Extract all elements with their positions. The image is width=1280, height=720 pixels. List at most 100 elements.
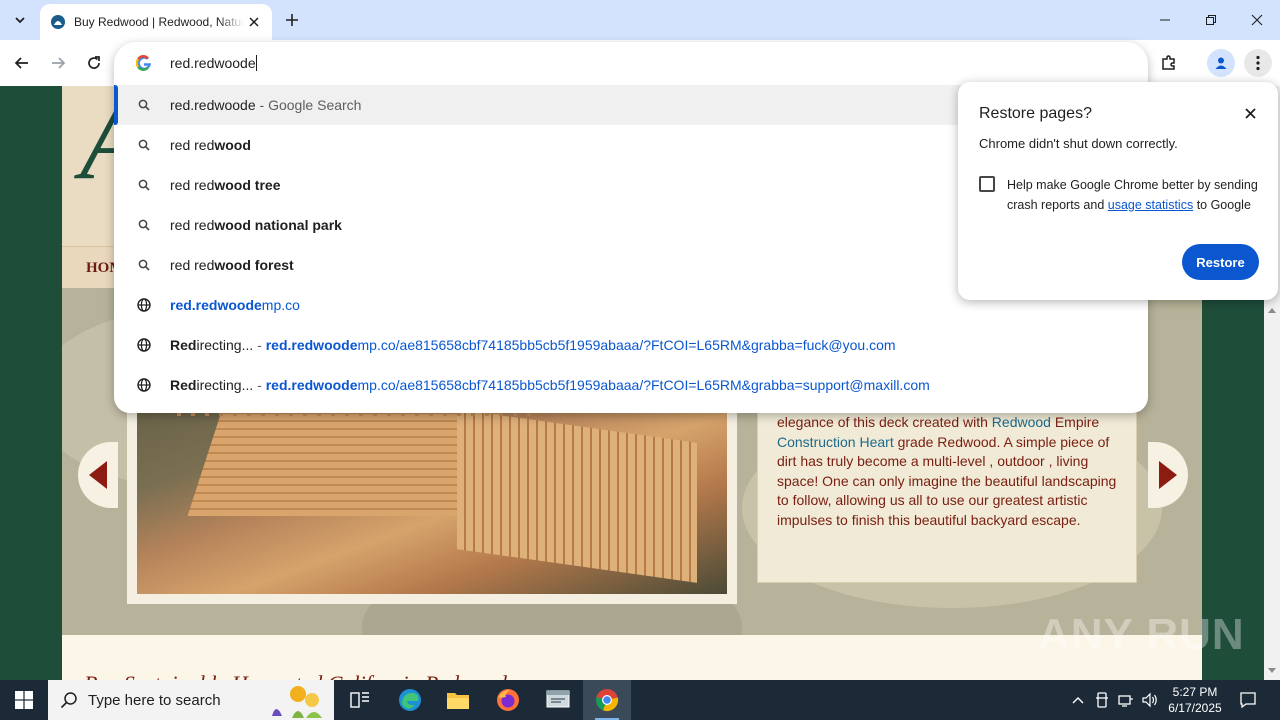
chevron-up-icon [1072,697,1084,704]
tab-strip: Buy Redwood | Redwood, Natural [0,0,1280,40]
restore-window-button[interactable] [1188,0,1234,40]
firefox-taskbar-button[interactable] [484,680,532,720]
reload-icon [88,56,100,69]
close-icon [1251,14,1263,26]
suggestion-text: red.redwoode [170,97,256,113]
suggestion-text: red red [170,137,215,153]
dialog-close-button[interactable] [1240,103,1260,123]
notification-icon [1240,692,1256,709]
restore-button[interactable]: Restore [1182,244,1259,280]
globe-icon [136,297,152,313]
clock-date: 6/17/2025 [1168,701,1222,715]
close-icon [1244,107,1256,119]
network-tray-button[interactable] [1116,690,1136,710]
suggestion-item[interactable]: Redirecting... - red.redwoodemp.co/ae815… [114,325,1148,365]
show-hidden-icons-button[interactable] [1068,690,1088,710]
tab-search-button[interactable] [6,6,34,34]
address-bar[interactable]: red.redwoode [114,42,1148,84]
chrome-icon [596,689,619,712]
search-icon [60,692,77,709]
file-explorer-taskbar-button[interactable] [434,680,482,720]
start-button[interactable] [0,680,48,720]
suggestion-text: red red [170,177,215,193]
suggestion-title-rest: irecting... [196,377,254,393]
person-icon [1215,57,1227,69]
speaker-icon [1142,692,1157,708]
volume-tray-button[interactable] [1140,690,1160,710]
taskbar-search-box[interactable]: Type here to search [48,680,334,720]
suggestion-text: red red [170,217,215,233]
search-icon [136,137,152,153]
content-section: Buy Sustainably Harvested California Red… [62,635,1202,680]
browser-tab-active[interactable]: Buy Redwood | Redwood, Natural [40,4,272,40]
section-heading: Buy Sustainably Harvested California Red… [84,671,507,680]
arrow-left-icon [14,57,28,69]
google-g-icon [136,55,151,71]
suggestion-url-match: red.redwoode [265,377,358,393]
suggestion-separator: - [253,377,266,393]
puzzle-icon [1162,55,1175,70]
close-window-button[interactable] [1234,0,1280,40]
construction-heart-link[interactable]: Construction Heart [777,434,894,450]
edge-taskbar-button[interactable] [386,680,434,720]
slider-next-button[interactable] [1148,442,1188,508]
tab-title: Buy Redwood | Redwood, Natural [74,15,244,29]
chrome-taskbar-button[interactable] [583,680,631,720]
suggestion-url-rest: mp.co/ae815658cbf74185bb5cb5f1959abaaa/?… [357,337,896,353]
window-controls [1142,0,1280,40]
notifications-button[interactable] [1236,688,1260,712]
flowers-highlight-icon [272,686,322,718]
task-view-icon [350,692,369,708]
crash-report-checkbox[interactable] [979,176,995,192]
app-taskbar-button[interactable] [534,680,582,720]
suggestion-item[interactable]: Redirecting... - red.redwoodemp.co/ae815… [114,365,1148,405]
globe-icon [136,377,152,393]
new-tab-button[interactable] [280,8,304,32]
network-icon [1118,695,1133,707]
back-button[interactable] [8,49,36,77]
task-view-button[interactable] [336,680,384,720]
help-text: to Google [1193,198,1251,212]
omnibox-typed-text: red.redwoode [170,55,256,71]
firefox-icon [497,689,519,711]
device-tray-button[interactable] [1092,690,1112,710]
triangle-right-icon [1159,461,1177,489]
watermark: ANY RUN [1038,610,1245,659]
search-icon [136,97,152,113]
crash-report-label: Help make Google Chrome better by sendin… [1007,175,1262,215]
taskbar-search-placeholder: Type here to search [88,692,221,709]
edge-icon [399,689,421,711]
deck-boards [457,409,697,583]
text-caret [255,55,257,71]
redwood-favicon-icon [51,15,65,29]
suggestion-completion: wood forest [214,257,294,273]
search-icon [136,257,152,273]
folder-icon [447,693,469,709]
suggestion-url-rest: mp.co/ae815658cbf74185bb5cb5f1959abaaa/?… [357,377,930,393]
profile-button[interactable] [1207,49,1235,77]
omnibox-input[interactable]: red.redwoode [170,55,257,71]
close-tab-button[interactable] [244,12,264,32]
scroll-up-icon[interactable] [1268,308,1276,313]
suggestion-title-rest: irecting... [196,337,254,353]
forward-button[interactable] [44,49,72,77]
clock-time: 5:27 PM [1172,685,1218,699]
suggestion-title-match: Red [170,337,197,353]
suggestion-separator: - [253,337,266,353]
dialog-message: Chrome didn't shut down correctly. [979,136,1178,151]
extensions-button[interactable] [1155,49,1183,77]
usage-statistics-link[interactable]: usage statistics [1108,198,1193,212]
device-icon [1096,692,1108,708]
suggestion-url-rest: mp.co [261,297,300,313]
chrome-menu-button[interactable] [1244,49,1272,77]
reload-button[interactable] [80,49,108,77]
system-clock[interactable]: 5:27 PM 6/17/2025 [1162,684,1228,716]
minimize-button[interactable] [1142,0,1188,40]
redwood-link[interactable]: Redwood [992,414,1051,430]
globe-icon [136,337,152,353]
restore-window-icon [1206,15,1216,25]
description-text: elegance of this deck created with [777,414,992,430]
scroll-down-icon[interactable] [1268,668,1276,673]
slide-description: elegance of this deck created with Redwo… [777,413,1127,531]
dialog-title: Restore pages? [979,105,1092,122]
